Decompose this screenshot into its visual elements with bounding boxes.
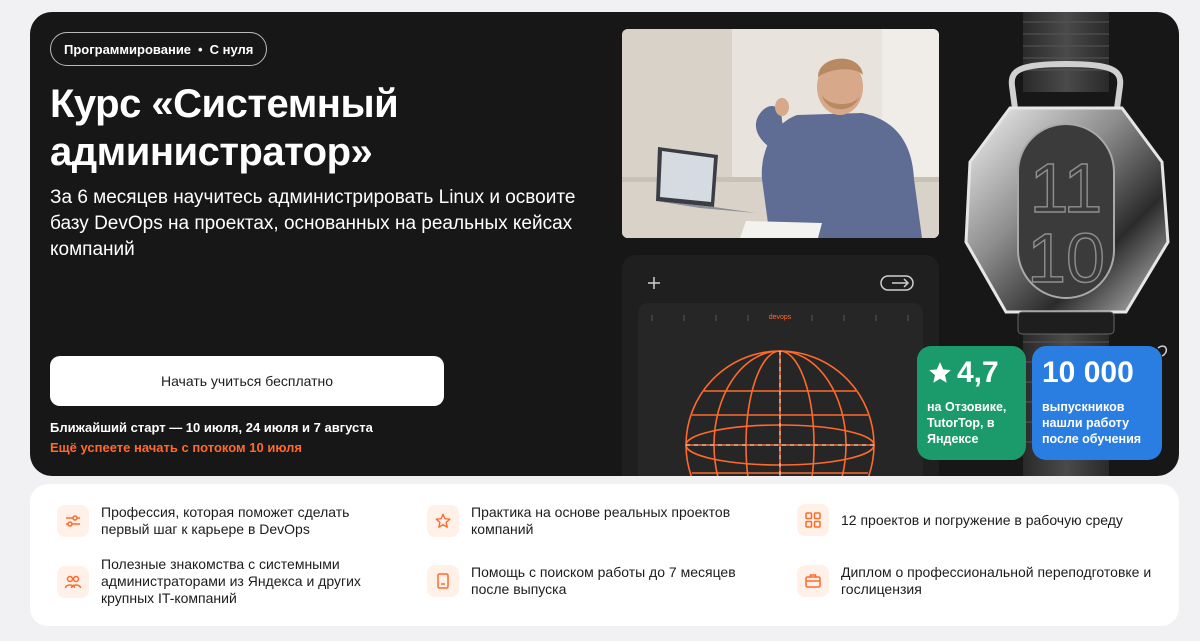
tablet-label: devops: [769, 314, 792, 321]
book-icon: [427, 565, 459, 597]
tag-separator: •: [198, 41, 203, 57]
graduates-text: выпускников нашли работу после обучения: [1042, 400, 1142, 446]
graduates-badge: 10 000 выпускников нашли работу после об…: [1032, 346, 1162, 460]
rating-sources: на Отзовике, TutorTop, в Яндексе: [927, 400, 1007, 446]
start-free-button[interactable]: Начать учиться бесплатно: [50, 356, 444, 406]
student-photo: [622, 29, 939, 238]
course-tag-pill[interactable]: Программирование • С нуля: [50, 32, 268, 66]
feature-text: Полезные знакомства с системными админис…: [101, 556, 361, 606]
page-title: Курс «Системный администратор»: [50, 82, 399, 174]
feature-text: Практика на основе реальных проектов ком…: [471, 504, 731, 537]
watch-digits-bottom: 10: [1027, 219, 1105, 297]
sliders-icon: [57, 505, 89, 537]
star-icon: [929, 362, 951, 383]
start-accent-note: Ещё успеете начать с потоком 10 июля: [50, 440, 302, 455]
feature-text: Помощь с поиском работы до 7 месяцев пос…: [471, 564, 736, 597]
rating-badge: 4,7 на Отзовике, TutorTop, в Яндексе: [917, 346, 1026, 460]
feature-text: Профессия, которая поможет сделать первы…: [101, 504, 350, 537]
watch-digits-top: 11: [1030, 149, 1103, 227]
feature-item: 12 проектов и погружение в рабочую среду: [797, 504, 1167, 536]
tag-level: С нуля: [209, 41, 254, 57]
grid-icon: [797, 504, 829, 536]
features-panel: Профессия, которая поможет сделать первы…: [30, 484, 1179, 626]
briefcase-icon: [797, 565, 829, 597]
feature-item: Профессия, которая поможет сделать первы…: [57, 504, 377, 538]
feature-item: Полезные знакомства с системными админис…: [57, 556, 377, 607]
feature-item: Практика на основе реальных проектов ком…: [427, 504, 767, 538]
hero-banner: Программирование • С нуля Курс «Системны…: [30, 12, 1179, 476]
people-icon: [57, 565, 89, 598]
hero-subtitle: За 6 месяцев научитесь администрировать …: [50, 187, 576, 260]
rating-value: 4,7: [957, 356, 999, 389]
tag-category: Программирование: [64, 41, 192, 57]
feature-item: Помощь с поиском работы до 7 месяцев пос…: [427, 564, 767, 598]
star-icon: [427, 505, 459, 537]
devops-tablet-illustration: devops: [622, 255, 939, 476]
start-dates: Ближайший старт — 10 июля, 24 июля и 7 а…: [50, 420, 373, 435]
feature-text: 12 проектов и погружение в рабочую среду: [841, 511, 1123, 528]
feature-item: Диплом о профессиональной переподготовке…: [797, 564, 1167, 598]
feature-text: Диплом о профессиональной переподготовке…: [841, 564, 1152, 597]
graduates-count: 10 000: [1042, 356, 1134, 389]
